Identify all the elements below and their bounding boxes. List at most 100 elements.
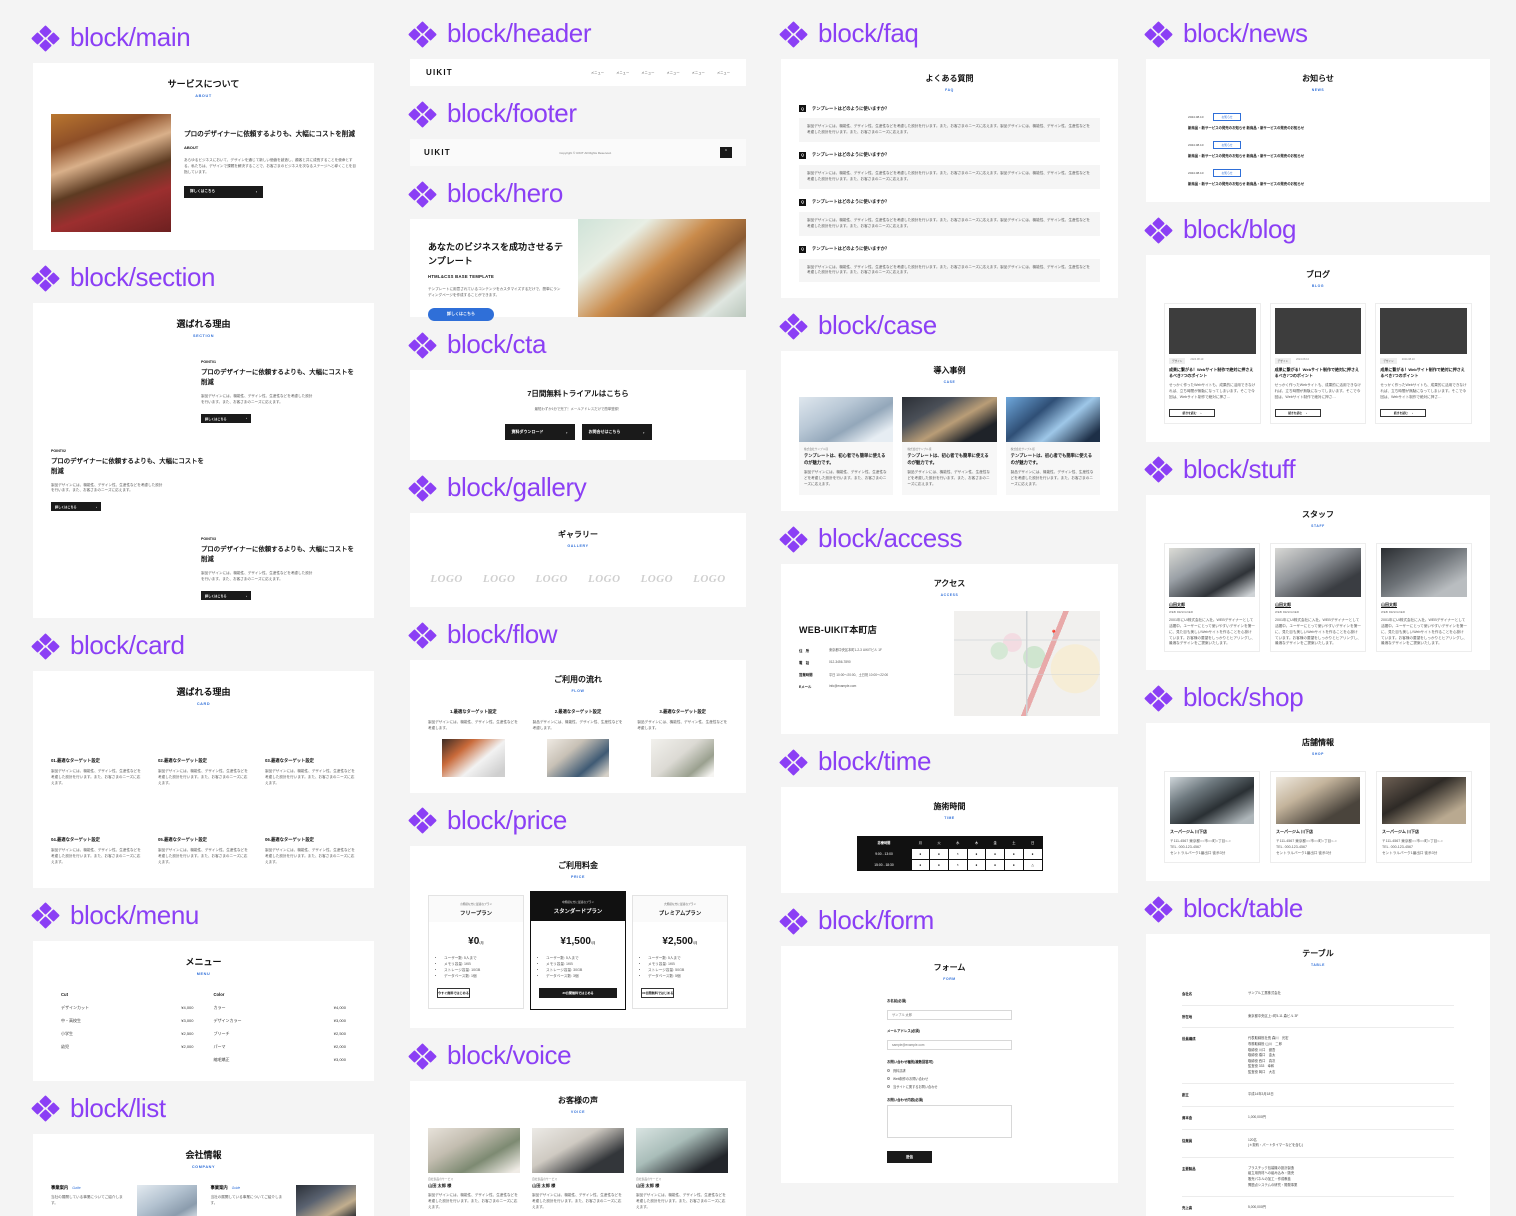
faq-item[interactable]: Q テンプレートはどのように使いますか？ 製品デザインには、機能性、デザイン性、… xyxy=(799,245,1100,283)
blog-item: デザイン 2024.08.10 成果に繋がる！Webサイト制作で絶対に押さえるべ… xyxy=(1269,303,1367,424)
access-row-value: 東京都中央区本町1-2-3 UIKITビル 1F xyxy=(829,648,882,653)
gallery-logo: LOGO xyxy=(482,573,516,585)
section-item-button[interactable]: 詳しくはこちら › xyxy=(201,413,251,423)
access-shop-name: WEB-UIKIT本町店 xyxy=(799,625,878,636)
gallery-logo: LOGO xyxy=(588,573,621,585)
price-plan-button[interactable]: 30日間無料ではじめる xyxy=(641,987,675,998)
flow-step-body: 製品デザインには、機能性、デザイン性、生産性などを考慮します。 xyxy=(532,720,623,730)
block-label-text: block/news xyxy=(1183,18,1308,48)
diamond-icon xyxy=(408,621,437,649)
case-image xyxy=(1005,397,1100,443)
diamond-icon xyxy=(1144,216,1173,244)
diamond-icon xyxy=(408,100,437,128)
faq-answer: 製品デザインには、機能性、デザイン性、生産性などを考慮した設計を行います。また、… xyxy=(799,211,1100,236)
price-plan-button-label: 今すぐ無料ではじめる xyxy=(438,991,469,996)
access-map[interactable]: 📍 xyxy=(954,611,1100,717)
stuff-image xyxy=(1169,547,1255,597)
faq-item[interactable]: Q テンプレートはどのように使いますか？ 製品デザインには、機能性、デザイン性、… xyxy=(799,105,1100,142)
menu-item-name: 中・高校生 xyxy=(61,1017,81,1023)
block-label-text: block/footer xyxy=(447,98,577,128)
table-row: 主要製品 プラスチック包装機の設計製造 組立用資材への組み込み・販売 販売パネル… xyxy=(1182,1158,1454,1198)
footer-logo[interactable]: UIKIT xyxy=(424,148,451,157)
block-label-text: block/gallery xyxy=(447,472,587,502)
faq-q-badge: Q xyxy=(799,245,806,253)
table-row: 売上高 5,000,000円 xyxy=(1182,1197,1454,1216)
case-tag: 株式会社サンプル様 xyxy=(804,448,829,452)
shop-name: スーパージム 川下店 xyxy=(1276,829,1313,835)
card-item-body: 製品デザインには、機能性、デザイン性、生産性などを考慮した設計を行います。また、… xyxy=(51,769,141,785)
form-submit-button[interactable]: 送信 xyxy=(887,1151,932,1164)
time-cell: ● xyxy=(966,859,987,872)
nav-item[interactable]: メニュー xyxy=(616,70,629,75)
faq-item[interactable]: Q テンプレートはどのように使いますか？ 製品デザインには、機能性、デザイン性、… xyxy=(799,151,1100,189)
time-row-label: 9:00 - 13:00 xyxy=(856,848,912,861)
news-item[interactable]: 2024.08.10 お知らせ 新商品・新サービスの発売のお知らせ 新商品・新サ… xyxy=(1188,141,1448,158)
diamond-icon xyxy=(408,807,437,835)
footer-to-top-button[interactable]: ⌃ xyxy=(719,147,732,158)
menu-row: 小学生 ¥2,500 xyxy=(61,1031,194,1037)
case-body: 製品デザインには、機能性、デザイン性、生産性などを考慮した設計を行います。また、… xyxy=(1010,470,1094,487)
nav-item[interactable]: メニュー xyxy=(591,70,604,75)
section-item-label: POINT01 xyxy=(201,360,216,364)
news-badge: お知らせ xyxy=(1213,141,1241,149)
nav-item[interactable]: メニュー xyxy=(717,70,730,75)
section-item-button[interactable]: 詳しくはこちら › xyxy=(51,502,101,512)
diamond-icon xyxy=(408,474,437,502)
section-item-label: POINT03 xyxy=(201,537,216,542)
nav-item[interactable]: メニュー xyxy=(641,70,654,75)
news-item[interactable]: 2024.08.10 お知らせ 新商品・新サービスの発売のお知らせ 新商品・新サ… xyxy=(1188,169,1448,186)
blog-heading: 成果に繋がる！Webサイト制作で絶対に押さえるべき7つのポイント xyxy=(1274,367,1360,378)
time-header-cell: 土 xyxy=(1004,836,1024,850)
block-time: 施術時間 TIME 診療時間 月 火 水 木 金 土 日 9:00 - 13:0… xyxy=(781,787,1118,894)
header-logo[interactable]: UIKIT xyxy=(426,68,453,77)
table-row-value: 5,000,000円 xyxy=(1248,1205,1266,1210)
price-plan-button[interactable]: 30日間無料ではじめる xyxy=(539,987,617,998)
stuff-role: WEB DESIGNER xyxy=(1169,609,1194,614)
blog-body: せっかく作ったWebサイトも、成果的に活用できなければ、立ち時間が無駄になってし… xyxy=(1380,383,1467,399)
nav-item[interactable]: メニュー xyxy=(692,70,705,75)
card-title: 選ばれる理由 xyxy=(176,687,231,698)
menu-item-price: ¥3,000 xyxy=(181,1017,194,1023)
cta-download-button[interactable]: 資料ダウンロード › xyxy=(504,424,575,440)
price-plan-button[interactable]: 今すぐ無料ではじめる xyxy=(437,987,470,998)
block-label-flow: block/flow xyxy=(408,619,746,650)
section-item-heading: プロのデザイナーに依頼するよりも、大幅にコストを削減 xyxy=(51,457,204,475)
name-input[interactable] xyxy=(887,1010,1012,1021)
time-cell: △ xyxy=(1022,859,1043,872)
email-input[interactable] xyxy=(887,1040,1012,1051)
card-item-heading: 01.最適なターゲット設定 xyxy=(51,758,100,764)
card-item: 05.最適なターゲット設定 製品デザインには、機能性、デザイン性、生産性などを考… xyxy=(158,837,249,866)
nav-item[interactable]: メニュー xyxy=(666,70,679,75)
blog-image xyxy=(1169,308,1256,354)
menu-item-name: ブリーチ xyxy=(213,1030,230,1036)
time-table-header-row: 診療時間 月 火 水 木 金 土 日 xyxy=(856,836,1043,850)
menu-item-price: ¥3,000 xyxy=(333,1017,346,1023)
flow-step-image xyxy=(651,738,714,777)
form-radio-option[interactable]: Web制作のお問い合わせ xyxy=(887,1076,1012,1081)
flow-step-body: 製品デザインには、機能性、デザイン性、生産性などを考慮します。 xyxy=(428,720,518,730)
message-textarea[interactable] xyxy=(887,1105,1012,1139)
shop-image xyxy=(1382,777,1466,825)
faq-answer: 製品デザインには、機能性、デザイン性、生産性などを考慮した設計を行います。また、… xyxy=(799,164,1100,189)
block-label-section: block/section xyxy=(31,262,374,293)
form-radio-option[interactable]: 資料請求 xyxy=(887,1068,1012,1073)
news-item[interactable]: 2024.08.10 お知らせ 新商品・新サービスの発売のお知らせ 新商品・新サ… xyxy=(1188,113,1448,130)
section-item-body: 製品デザインには、機能性、デザイン性、生産性などを考慮した設計を行います。また、… xyxy=(201,571,313,582)
faq-item[interactable]: Q テンプレートはどのように使いますか？ 製品デザインには、機能性、デザイン性、… xyxy=(799,198,1100,236)
blog-more-button[interactable]: 続きを読む › xyxy=(1274,408,1321,417)
shop-title: 店舗情報 xyxy=(1302,738,1334,748)
stuff-role: WEB DESIGNER xyxy=(1275,609,1300,614)
stuff-image xyxy=(1275,547,1361,597)
cta-contact-button[interactable]: お問合せはこちら › xyxy=(581,424,652,440)
blog-more-button[interactable]: 続きを読む › xyxy=(1380,408,1427,417)
form-radio-option[interactable]: 当サイトに関するお問い合わせ xyxy=(887,1084,1012,1089)
section-item-button[interactable]: 詳しくはこちら › xyxy=(201,591,251,601)
block-label-stuff: block/stuff xyxy=(1144,454,1490,485)
diamond-icon xyxy=(31,264,60,292)
blog-more-button[interactable]: 続きを読む › xyxy=(1169,408,1215,417)
price-plan-name: フリープラン xyxy=(459,910,493,917)
stuff-title: スタッフ xyxy=(1302,509,1334,519)
main-cta-button[interactable]: 詳しくはこちら › xyxy=(184,185,263,198)
hero-cta-button[interactable]: 詳しくはこちら xyxy=(428,307,494,321)
block-menu: メニュー MENU Cut デザインカット ¥4,000 中・高校生 ¥3,000 … xyxy=(33,940,374,1081)
